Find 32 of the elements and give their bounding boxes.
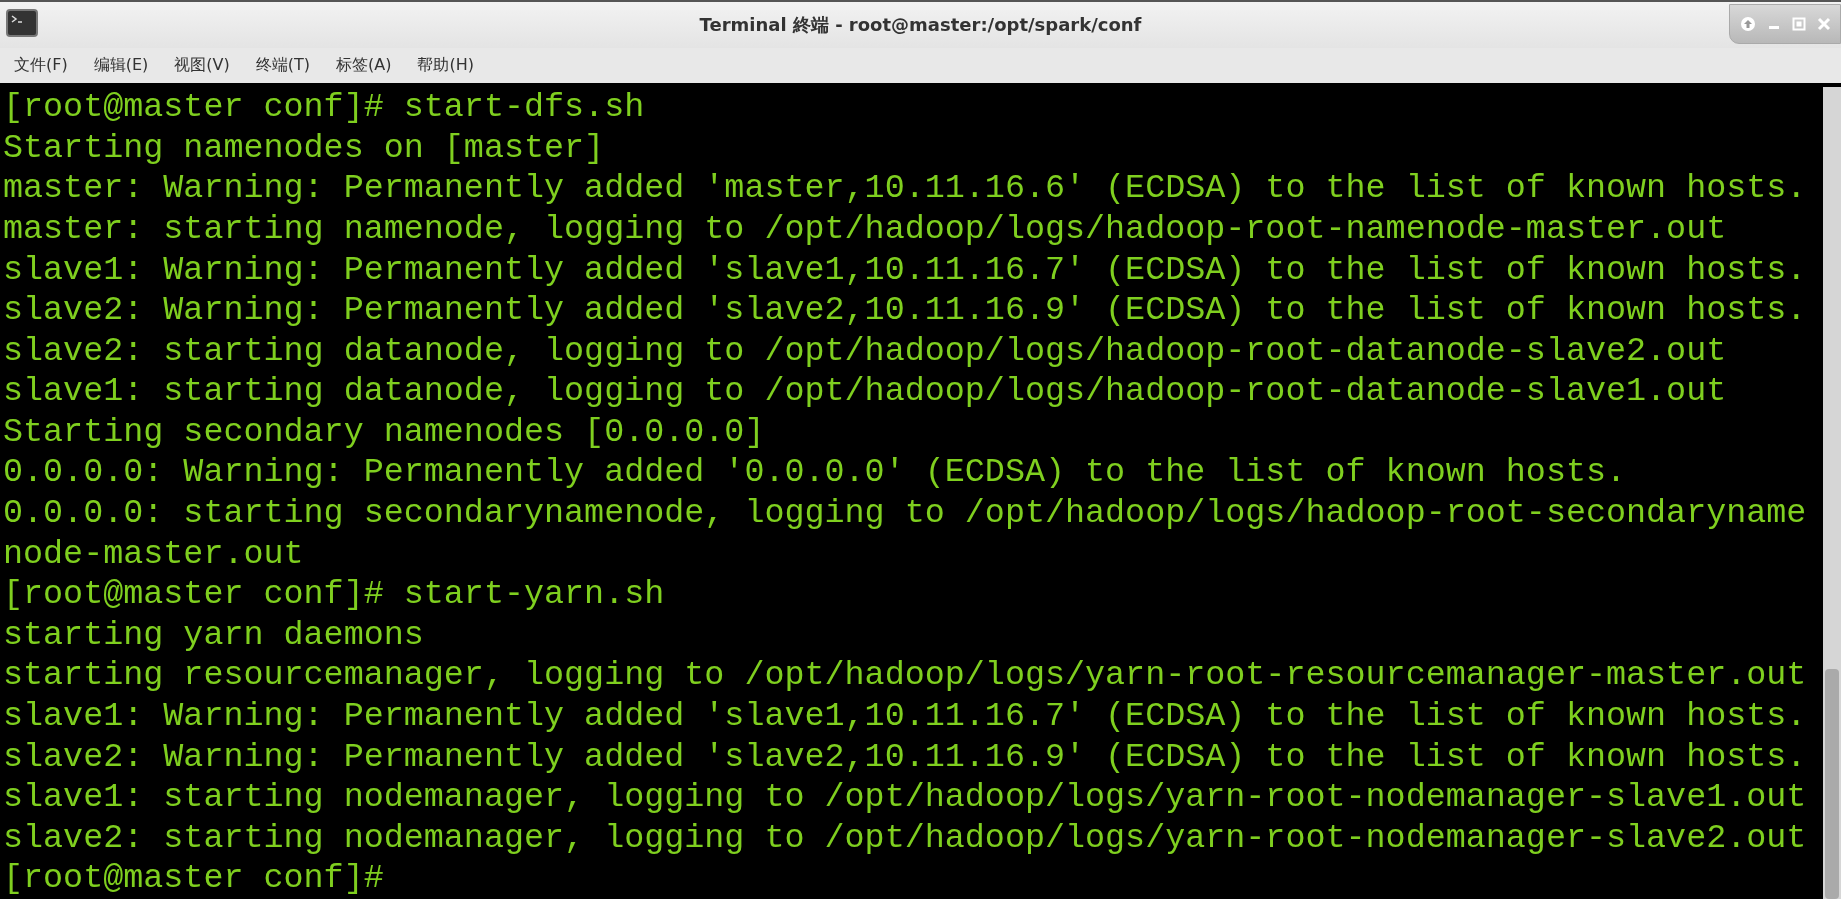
terminal-icon [6,9,38,37]
terminal-line: node-master.out [3,533,304,575]
terminal-line: master: starting namenode, logging to /opt/hadoop/logs/hadoop-root-namenode-master.out [3,208,1727,250]
terminal-line: starting resourcemanager, logging to /opt/hadoop/logs/yarn-root-resourcemanager-master.out [3,655,1807,697]
terminal-line: Starting namenodes on [master] [3,127,605,169]
terminal-line: 0.0.0.0: starting secondarynamenode, logging to /opt/hadoop/logs/hadoop-root-secondaryname [3,493,1807,534]
close-icon[interactable] [1816,17,1831,31]
terminal-line: slave1: Warning: Permanently added 'slave1,10.11.16.7' (ECDSA) to the list of known hosts. [3,696,1807,737]
terminal-line: 0.0.0.0: Warning: Permanently added '0.0.0.0' (ECDSA) to the list of known hosts. [3,452,1627,494]
maximize-icon[interactable] [1791,17,1806,31]
terminal-line: slave1: starting datanode, logging to /opt/hadoop/logs/hadoop-root-datanode-slave1.out [3,371,1727,412]
terminal-line: slave1: Warning: Permanently added 'slave1,10.11.16.7' (ECDSA) to the list of known hosts. [3,249,1807,291]
menu-item[interactable]: 帮助(H) [417,53,474,78]
menu-item[interactable]: 文件(F) [14,53,68,78]
terminal-line: master: Warning: Permanently added 'master,10.11.16.6' (ECDSA) to the list of known hosts. [3,168,1807,209]
terminal-line: slave1: starting nodemanager, logging to /opt/hadoop/logs/yarn-root-nodemanager-slave1.out [3,777,1807,818]
menu-item[interactable]: 编辑(E) [93,53,149,78]
terminal-line: Starting secondary namenodes [0.0.0.0] [3,411,765,453]
terminal-line: slave2: starting datanode, logging to /opt/hadoop/logs/hadoop-root-datanode-slave2.out [3,330,1727,372]
menu-item[interactable]: 终端(T) [255,53,310,78]
terminal-line: slave2: starting nodemanager, logging to /opt/hadoop/logs/yarn-root-nodemanager-slave2.out [3,817,1807,859]
terminal-line: starting yarn daemons [3,614,424,656]
scrollbar[interactable] [1823,87,1841,899]
scrollbar-thumb[interactable] [1825,669,1839,899]
terminal-line: [root@master conf]# [3,858,384,899]
menu-item[interactable]: 标签(A) [336,53,392,78]
terminal-line: [root@master conf]# start-yarn.sh [3,574,665,615]
terminal-line: [root@master conf]# start-dfs.sh [3,87,645,128]
menu-item[interactable]: 视图(V) [174,53,230,78]
window-title: Terminal 終端 - root@master:/opt/spark/conf [699,13,1142,38]
terminal-line: slave2: Warning: Permanently added 'slave2,10.11.16.9' (ECDSA) to the list of known hosts. [3,736,1807,778]
terminal-line: slave2: Warning: Permanently added 'slave2,10.11.16.9' (ECDSA) to the list of known hosts. [3,290,1807,331]
